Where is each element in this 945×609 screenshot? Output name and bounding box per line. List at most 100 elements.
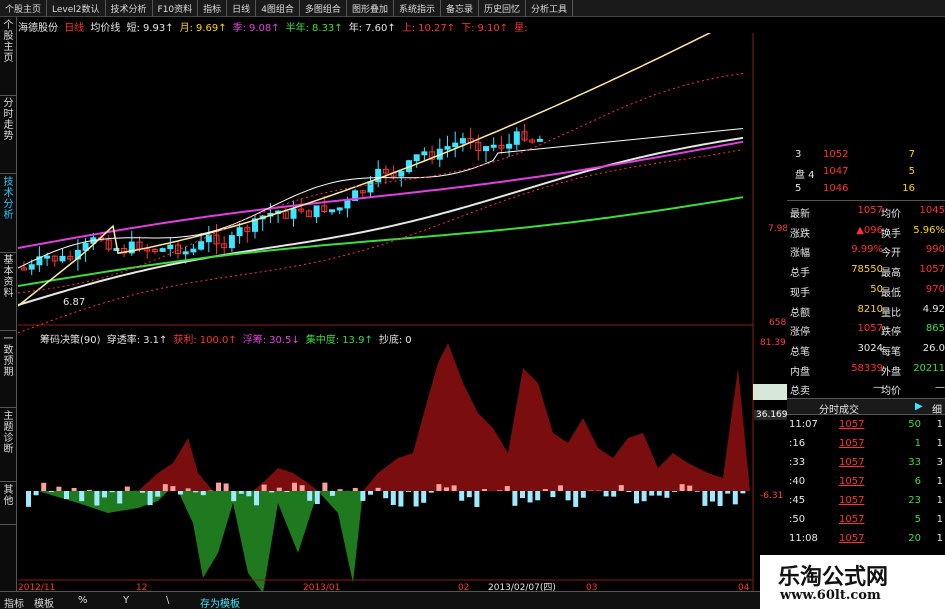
candle-body xyxy=(329,209,335,213)
chip-bar xyxy=(634,491,639,504)
chip-bar xyxy=(48,491,54,493)
chip-bar xyxy=(322,482,328,491)
chip-bar xyxy=(155,491,161,497)
quote-row[interactable]: 涨幅 9.99% 今开 990 xyxy=(787,242,945,260)
chip-bar xyxy=(466,491,472,498)
quote-row[interactable]: 最新 1057 均价 1045 xyxy=(787,203,945,220)
quote-key-2: 均价 xyxy=(881,386,901,398)
chip-items: 穿透率: 3.1↑ 获利: 100.0↑ 浮筹: 30.5↓ 集中度: 13.9↑ 抄底: 0 xyxy=(107,335,418,346)
menu-item-12[interactable]: 分析工具 xyxy=(526,0,574,17)
watermark-logo: 乐淘公式网 www.60lt.com xyxy=(760,555,945,609)
tick-time: :45 xyxy=(789,495,806,506)
chip-label: 抄底: xyxy=(378,335,403,346)
ticks-header[interactable]: 分时成交 ▶ 细 xyxy=(787,398,945,416)
scale-label-2: 658 xyxy=(769,318,787,328)
chip-bar xyxy=(223,483,229,491)
chip-bar xyxy=(117,491,123,504)
chip-item-1: 获利: 100.0↑ xyxy=(173,335,239,346)
quote-key-2: 跌停 xyxy=(881,327,901,339)
quote-value-2: 865 xyxy=(925,323,945,335)
quote-row[interactable]: 内盘 58339 外盘 20211 xyxy=(787,361,945,378)
orderbook-label: 盘 4 xyxy=(795,170,815,181)
quote-row[interactable]: 总笔 3024 每笔 26.0 xyxy=(787,341,945,358)
quote-key: 总额 xyxy=(790,307,810,319)
orderbook-price: 1052 xyxy=(823,149,849,160)
tick-row[interactable]: :16 1057 1 1 xyxy=(787,436,945,452)
menu-item-0[interactable]: 个股主页 xyxy=(0,0,48,17)
candle-body xyxy=(483,146,489,152)
draw-line-button[interactable]: \ xyxy=(166,595,169,606)
tick-row[interactable]: 11:08 1057 20 1 xyxy=(787,531,945,547)
orderbook-row[interactable]: 盘 4 1047 5 xyxy=(787,164,945,181)
chip-bar xyxy=(352,487,358,491)
quote-row[interactable]: 总卖 — 均价 — xyxy=(787,380,945,398)
menu-item-7[interactable]: 多图组合 xyxy=(300,0,347,17)
orderbook-row[interactable]: 5 1046 16 xyxy=(787,181,945,197)
ticks-extra[interactable]: 细 xyxy=(932,401,942,416)
save-template-button[interactable]: 存为模板 xyxy=(200,595,240,609)
kline-chart[interactable]: 6.872012/11 12 2013/01 02 2013/02/07(四) 03 04 xyxy=(18,33,788,593)
chip-bar xyxy=(451,485,457,491)
menu-item-10[interactable]: 备忘录 xyxy=(441,0,479,17)
candle-body xyxy=(413,154,420,162)
tick-time: 11:07 xyxy=(789,419,818,430)
menu-item-4[interactable]: 指标 xyxy=(198,0,228,17)
quote-row[interactable]: 总额 8210 量比 4.92 xyxy=(787,302,945,319)
chip-bar xyxy=(535,491,541,501)
quote-row[interactable]: 涨跌 ▲096 换手 5.96% xyxy=(787,223,945,240)
play-icon[interactable]: ▶ xyxy=(915,401,923,412)
chip-bar xyxy=(94,491,100,506)
tick-row[interactable]: :40 1057 6 1 xyxy=(787,474,945,490)
tick-volume: 6 xyxy=(914,476,921,487)
scale-label-5: -6.31 xyxy=(760,491,784,501)
side-tab-2[interactable]: 技术分析 xyxy=(0,177,17,253)
menu-item-2[interactable]: 技术分析 xyxy=(106,0,153,17)
side-tab-4[interactable]: 一致预期 xyxy=(0,334,17,408)
quote-row[interactable]: 总手 78550 最高 1057 xyxy=(787,262,945,279)
quote-key-2: 今开 xyxy=(881,248,901,260)
tick-row[interactable]: :50 1057 5 1 xyxy=(787,512,945,528)
chip-bar xyxy=(550,491,556,498)
tick-row[interactable]: :33 1057 33 3 xyxy=(787,455,945,471)
side-tab-5[interactable]: 主题诊断 xyxy=(0,411,17,482)
quote-value: 58339 xyxy=(851,362,883,374)
quote-value-2: 1057 xyxy=(919,264,945,276)
menu-item-9[interactable]: 系统指示 xyxy=(394,0,441,17)
orderbook-row[interactable]: 3 1052 7 xyxy=(787,147,945,163)
tick-row[interactable]: 11:07 1057 50 1 xyxy=(787,417,945,433)
candle-body xyxy=(367,181,374,193)
quote-row[interactable]: 现手 50 最低 970 xyxy=(787,282,945,299)
menu-item-6[interactable]: 4图组合 xyxy=(256,0,300,17)
tick-price: 1057 xyxy=(839,476,865,487)
chip-bar xyxy=(314,491,320,505)
side-tab-6[interactable]: 其他 xyxy=(0,485,17,525)
side-tab-0[interactable]: 个股主页 xyxy=(0,20,17,96)
orderbook-volume: 7 xyxy=(908,149,915,160)
quote-value: 8210 xyxy=(857,303,883,315)
chip-bar xyxy=(261,484,267,491)
menu-item-11[interactable]: 历史回忆 xyxy=(479,0,526,17)
candle-body xyxy=(513,131,520,145)
candle-body xyxy=(182,251,189,255)
chip-red-area-1 xyxy=(138,438,213,491)
side-tab-1[interactable]: 分时走势 xyxy=(0,98,17,174)
tick-volume: 33 xyxy=(908,457,921,468)
menu-item-1[interactable]: Level2数认 xyxy=(47,0,106,17)
tick-row[interactable]: :45 1057 23 1 xyxy=(787,493,945,509)
y-axis-button[interactable]: Y xyxy=(123,595,129,606)
side-tab-3[interactable]: 基本资料 xyxy=(0,255,17,331)
candle-body xyxy=(28,264,35,270)
chip-bar xyxy=(679,484,685,491)
tab-indicator[interactable]: 指标 xyxy=(4,595,24,609)
chip-title[interactable]: 筹码决策(90) xyxy=(40,335,101,346)
menu-item-8[interactable]: 图形叠加 xyxy=(347,0,394,17)
percent-button[interactable]: % xyxy=(78,595,88,606)
menu-item-3[interactable]: F10资料 xyxy=(153,0,199,17)
tab-template[interactable]: 模板 xyxy=(34,595,54,609)
chip-bar xyxy=(672,491,677,492)
quote-row[interactable]: 涨停 1057 跌停 865 xyxy=(787,321,945,339)
top-menu-bar: 个股主页 Level2数认 技术分析 F10资料 指标 日线 4图组合 多图组合 图形叠加 系统指… xyxy=(0,0,945,17)
candle-body xyxy=(228,235,235,249)
orderbook-label: 3 xyxy=(795,149,802,160)
menu-item-5[interactable]: 日线 xyxy=(227,0,257,17)
